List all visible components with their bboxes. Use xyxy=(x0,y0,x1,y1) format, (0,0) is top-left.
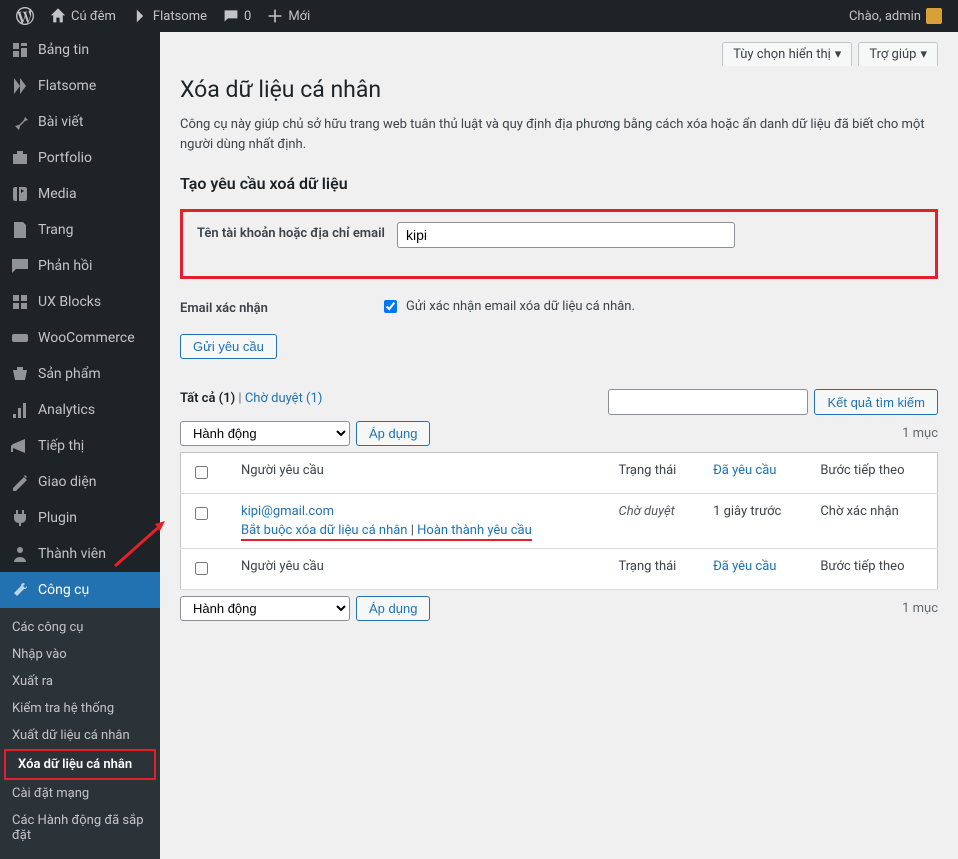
menu-portfolio[interactable]: Portfolio xyxy=(0,140,160,176)
bulk-action-select-top[interactable]: Hành động xyxy=(180,421,350,446)
menu-comment[interactable]: Phản hồi xyxy=(0,248,160,284)
confirm-email-label: Email xác nhận xyxy=(180,297,380,316)
avatar xyxy=(926,8,942,24)
item-count-bottom: 1 mục xyxy=(902,601,938,616)
menu-appearance[interactable]: Giao diện xyxy=(0,464,160,500)
tools-icon xyxy=(10,580,30,600)
media-icon xyxy=(10,184,30,204)
col-requester: Người yêu cầu xyxy=(231,453,608,494)
menu-flatsome[interactable]: Flatsome xyxy=(0,68,160,104)
screen-options-toggle[interactable]: Tùy chọn hiển thị ▾ xyxy=(722,42,852,66)
comment-icon xyxy=(10,256,30,276)
submenu-item[interactable]: Xuất ra xyxy=(0,668,160,695)
plugin-icon xyxy=(10,508,30,528)
submenu-item[interactable]: Nhập vào xyxy=(0,641,160,668)
section-heading: Tạo yêu cầu xoá dữ liệu xyxy=(180,174,938,193)
admin-sidebar: Bảng tinFlatsomeBài viếtPortfolioMediaTr… xyxy=(0,32,160,859)
woo-icon xyxy=(10,328,30,348)
portfolio-icon xyxy=(10,148,30,168)
bulk-apply-top[interactable]: Áp dụng xyxy=(356,421,430,446)
help-toggle[interactable]: Trợ giúp ▾ xyxy=(858,42,938,66)
dashboard-icon xyxy=(10,40,30,60)
select-all-bottom[interactable] xyxy=(195,562,208,575)
menu-tools[interactable]: Công cụ xyxy=(0,572,160,608)
table-row: kipi@gmail.com Bắt buộc xóa dữ liệu cá n… xyxy=(181,494,938,549)
flatsome-icon xyxy=(10,76,30,96)
content-area: Tùy chọn hiển thị ▾ Trợ giúp ▾ Xóa dữ li… xyxy=(160,32,958,859)
col-next: Bước tiếp theo xyxy=(810,453,937,494)
highlighted-form-row: Tên tài khoản hoặc địa chỉ email xyxy=(180,209,938,279)
bulk-apply-bottom[interactable]: Áp dụng xyxy=(356,596,430,621)
chevron-down-icon: ▾ xyxy=(835,47,842,62)
pin-icon xyxy=(10,112,30,132)
username-email-input[interactable] xyxy=(397,222,735,248)
row-next: Chờ xác nhận xyxy=(810,494,937,549)
menu-woo[interactable]: WooCommerce xyxy=(0,320,160,356)
analytics-icon xyxy=(10,400,30,420)
chevron-down-icon: ▾ xyxy=(920,47,927,62)
comment-icon xyxy=(223,8,239,24)
users-icon xyxy=(10,544,30,564)
comments-link[interactable]: 0 xyxy=(215,0,259,32)
username-email-label: Tên tài khoản hoặc địa chỉ email xyxy=(197,222,397,241)
submenu-item[interactable]: Các Hành động đã sắp đặt xyxy=(0,807,160,849)
site-name: Cú đêm xyxy=(71,9,116,24)
bulk-action-select-bottom[interactable]: Hành động xyxy=(180,596,350,621)
home-icon xyxy=(50,8,66,24)
marketing-icon xyxy=(10,436,30,456)
menu-page[interactable]: Trang xyxy=(0,212,160,248)
menu-block[interactable]: UX Blocks xyxy=(0,284,160,320)
page-description: Công cụ này giúp chủ sở hữu trang web tu… xyxy=(180,115,938,154)
filter-pending[interactable]: Chờ duyệt (1) xyxy=(245,391,323,406)
menu-marketing[interactable]: Tiếp thị xyxy=(0,428,160,464)
menu-users[interactable]: Thành viên xyxy=(0,536,160,572)
col-requested-sort-bottom[interactable]: Đã yêu cầu xyxy=(713,559,776,574)
col-requested-sort[interactable]: Đã yêu cầu xyxy=(713,463,776,478)
menu-analytics[interactable]: Analytics xyxy=(0,392,160,428)
wp-logo[interactable] xyxy=(8,0,42,32)
requester-email[interactable]: kipi@gmail.com xyxy=(241,504,334,519)
admin-toolbar: Cú đêm Flatsome 0 Mới Chào, admin xyxy=(0,0,958,32)
appearance-icon xyxy=(10,472,30,492)
customize-link[interactable]: Flatsome xyxy=(124,0,215,32)
row-checkbox[interactable] xyxy=(195,507,208,520)
search-button[interactable]: Kết quả tìm kiếm xyxy=(814,389,938,415)
col-status: Trạng thái xyxy=(608,453,703,494)
menu-media[interactable]: Media xyxy=(0,176,160,212)
confirm-email-text: Gửi xác nhận email xóa dữ liệu cá nhân. xyxy=(406,299,635,314)
item-count-top: 1 mục xyxy=(902,426,938,441)
new-content[interactable]: Mới xyxy=(259,0,318,32)
row-status: Chờ duyệt xyxy=(608,494,703,549)
flatsome-icon xyxy=(132,8,148,24)
submit-request-button[interactable]: Gửi yêu cầu xyxy=(180,334,277,359)
submenu-item[interactable]: Xuất dữ liệu cá nhân xyxy=(0,722,160,749)
page-title: Xóa dữ liệu cá nhân xyxy=(180,76,938,103)
site-home[interactable]: Cú đêm xyxy=(42,0,124,32)
search-input[interactable] xyxy=(608,389,808,415)
submenu-item[interactable]: Cài đặt mạng xyxy=(0,780,160,807)
menu-product[interactable]: Sản phẩm xyxy=(0,356,160,392)
block-icon xyxy=(10,292,30,312)
tools-submenu: Các công cụNhập vàoXuất raKiểm tra hệ th… xyxy=(0,608,160,859)
select-all-top[interactable] xyxy=(195,466,208,479)
wordpress-icon xyxy=(16,7,34,25)
plus-icon xyxy=(267,8,283,24)
menu-pin[interactable]: Bài viết xyxy=(0,104,160,140)
menu-dashboard[interactable]: Bảng tin xyxy=(0,32,160,68)
confirm-email-checkbox[interactable] xyxy=(384,300,397,313)
menu-plugin[interactable]: Plugin xyxy=(0,500,160,536)
action-force-erase[interactable]: Bắt buộc xóa dữ liệu cá nhân xyxy=(241,523,408,538)
filter-all[interactable]: Tất cả (1) xyxy=(180,391,235,406)
requests-table: Người yêu cầu Trạng thái Đã yêu cầu Bước… xyxy=(180,452,938,590)
page-icon xyxy=(10,220,30,240)
status-filters: Tất cả (1) | Chờ duyệt (1) xyxy=(180,391,322,406)
account-menu[interactable]: Chào, admin xyxy=(841,0,950,32)
product-icon xyxy=(10,364,30,384)
submenu-item[interactable]: Kiểm tra hệ thống xyxy=(0,695,160,722)
action-complete[interactable]: Hoàn thành yêu cầu xyxy=(417,523,532,538)
submenu-item[interactable]: Xóa dữ liệu cá nhân xyxy=(4,749,156,780)
submenu-item[interactable]: Các công cụ xyxy=(0,614,160,641)
row-requested: 1 giây trước xyxy=(703,494,810,549)
